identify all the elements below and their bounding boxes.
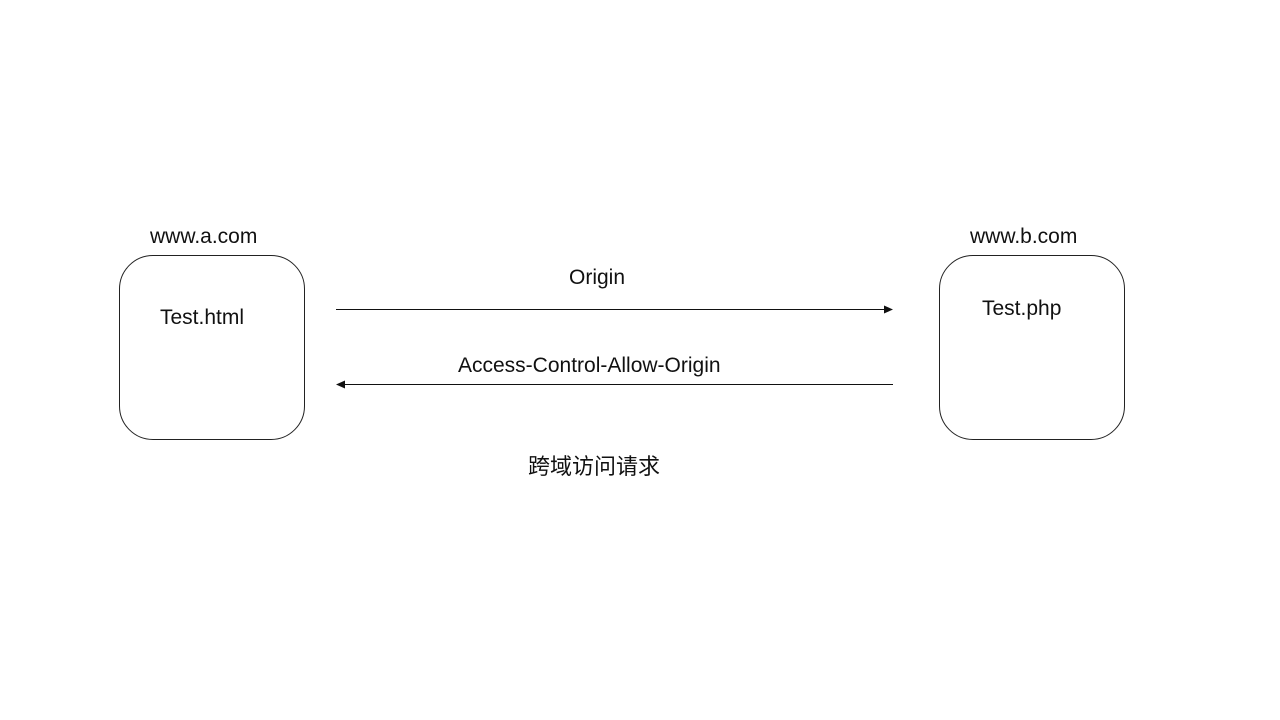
request-arrow: [336, 305, 893, 314]
diagram-caption: 跨域访问请求: [528, 455, 661, 480]
response-arrowhead: [336, 380, 345, 389]
request-arrowhead: [884, 305, 893, 314]
response-arrow: [336, 380, 893, 389]
arrows-layer: [336, 305, 893, 389]
